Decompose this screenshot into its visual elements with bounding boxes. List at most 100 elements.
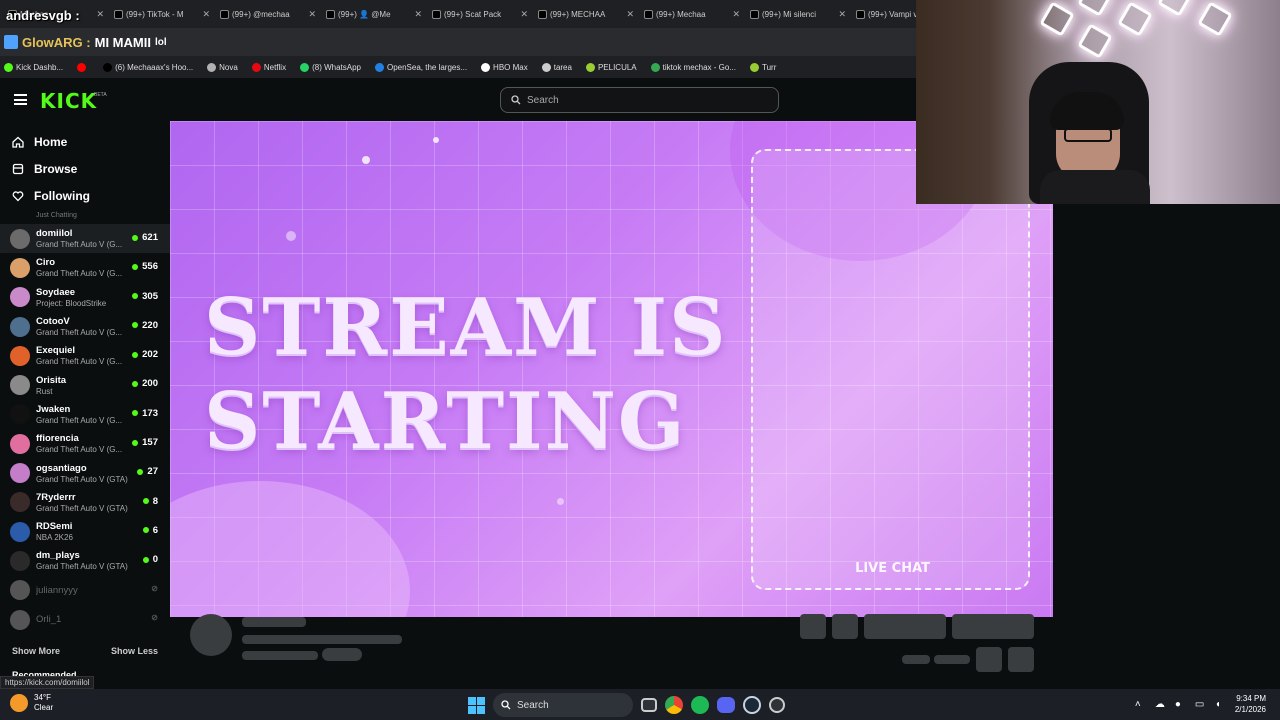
nav-browse[interactable]: Browse bbox=[0, 155, 170, 182]
bookmark-item[interactable]: tarea bbox=[541, 62, 572, 72]
sidebar-channel-soydaee[interactable]: Soydaee Project: BloodStrike 305 bbox=[0, 283, 170, 312]
skeleton-button bbox=[832, 614, 858, 639]
sidebar-channel-ffiorencia[interactable]: ffiorencia Grand Theft Auto V (G... 157 bbox=[0, 429, 170, 458]
close-icon[interactable]: ✕ bbox=[520, 9, 528, 20]
sidebar-channel-ogsantiago[interactable]: ogsantiago Grand Theft Auto V (GTA) 27 bbox=[0, 458, 170, 487]
close-icon[interactable]: ✕ bbox=[732, 9, 740, 20]
browser-tab[interactable]: (99+) 👤 @Me ✕ bbox=[322, 3, 426, 25]
close-icon[interactable]: ✕ bbox=[626, 9, 634, 20]
task-view-icon[interactable] bbox=[641, 698, 657, 712]
browser-tab[interactable]: (99+) Mechaa ✕ bbox=[640, 3, 744, 25]
close-icon[interactable]: ✕ bbox=[414, 9, 422, 20]
avatar bbox=[10, 580, 30, 601]
live-dot-icon bbox=[132, 380, 139, 387]
bookmark-icon bbox=[300, 62, 310, 72]
bookmark-item[interactable]: tiktok mechax - Go... bbox=[650, 62, 736, 72]
close-icon[interactable]: ✕ bbox=[202, 9, 210, 20]
decor-sparkle bbox=[433, 137, 439, 143]
channel-category: Grand Theft Auto V (GTA) bbox=[36, 562, 128, 572]
steam-icon[interactable] bbox=[743, 696, 761, 714]
windows-start-icon[interactable] bbox=[468, 696, 485, 714]
speaker-icon[interactable]: ◖ bbox=[1215, 699, 1227, 710]
close-icon[interactable]: ✕ bbox=[96, 9, 104, 20]
weather-widget[interactable]: 34°F Clear bbox=[10, 693, 53, 713]
close-icon[interactable]: ✕ bbox=[838, 9, 846, 20]
menu-icon[interactable] bbox=[14, 94, 27, 105]
browser-tab[interactable]: (99+) TikTok - M ✕ bbox=[110, 3, 214, 25]
bookmark-item[interactable]: Nova bbox=[207, 62, 238, 72]
channel-category: Grand Theft Auto V (G... bbox=[36, 357, 123, 367]
search-box[interactable] bbox=[500, 87, 779, 113]
overlay-badge-icon bbox=[4, 35, 18, 49]
bookmark-item[interactable]: OpenSea, the larges... bbox=[374, 62, 467, 72]
show-less-button[interactable]: Show Less bbox=[111, 646, 158, 656]
viewer-count: 6 bbox=[142, 525, 158, 536]
search-input[interactable] bbox=[527, 94, 778, 106]
browser-tab[interactable]: (99+) Mi silenci ✕ bbox=[746, 3, 850, 25]
spotify-icon[interactable] bbox=[691, 696, 709, 714]
bookmark-label: Netflix bbox=[263, 62, 287, 72]
avatar bbox=[10, 375, 30, 396]
bookmark-label: HBO Max bbox=[493, 62, 528, 72]
bookmark-item[interactable]: Kick Dashb... bbox=[4, 62, 64, 72]
viewer-count-value: 202 bbox=[142, 349, 158, 361]
live-dot-icon bbox=[132, 439, 139, 446]
channel-category: Grand Theft Auto V (GTA) bbox=[36, 474, 128, 484]
avatar bbox=[10, 609, 30, 630]
sidebar-channel-dm_plays[interactable]: dm_plays Grand Theft Auto V (GTA) 0 bbox=[0, 546, 170, 575]
bookmark-item[interactable]: Turr bbox=[750, 62, 777, 72]
settings-icon[interactable] bbox=[769, 697, 785, 713]
bookmark-label: Turr bbox=[762, 62, 777, 72]
live-dot-icon bbox=[142, 498, 149, 505]
search-icon bbox=[511, 95, 521, 105]
browser-tab[interactable]: (99+) MECHAA ✕ bbox=[534, 3, 638, 25]
monitor-icon[interactable]: ▭ bbox=[1195, 699, 1207, 710]
avatar bbox=[10, 550, 30, 571]
sidebar-channel-7ryderrr[interactable]: 7Ryderrr Grand Theft Auto V (GTA) 8 bbox=[0, 488, 170, 517]
sidebar-channel-orisita[interactable]: Orisita Rust 200 bbox=[0, 370, 170, 399]
channel-category: Grand Theft Auto V (G... bbox=[36, 328, 123, 338]
bookmark-label: Kick Dashb... bbox=[16, 62, 64, 72]
browser-tab[interactable]: (99+) Scat Pack ✕ bbox=[428, 3, 532, 25]
skeleton-button bbox=[1008, 647, 1034, 672]
nav-home[interactable]: Home bbox=[0, 128, 170, 155]
sidebar-channel-exequiel[interactable]: Exequiel Grand Theft Auto V (G... 202 bbox=[0, 341, 170, 370]
browser-tab-label: (99+) Mi silenci bbox=[762, 9, 817, 19]
bookmark-item[interactable]: PELICULA bbox=[585, 62, 637, 72]
skeleton-button bbox=[976, 647, 1002, 672]
live-dot-icon bbox=[132, 322, 139, 329]
avatar bbox=[10, 228, 30, 249]
browser-tab-label: (99+) TikTok - M bbox=[126, 9, 184, 19]
bookmark-item[interactable]: (8) WhatsApp bbox=[300, 62, 361, 72]
browser-tab-label: (99+) Mechaa bbox=[656, 9, 706, 19]
sidebar-channel-orli_1[interactable]: Orli_1 ⊘ bbox=[0, 605, 170, 634]
bookmark-item[interactable]: HBO Max bbox=[481, 62, 528, 72]
viewer-count: 0 bbox=[142, 554, 158, 565]
close-icon[interactable]: ✕ bbox=[308, 9, 316, 20]
kick-logo[interactable]: KICK bbox=[40, 89, 97, 113]
sidebar-channel-juliannyyy[interactable]: juliannyyy ⊘ bbox=[0, 576, 170, 605]
nav-following[interactable]: Following bbox=[0, 182, 170, 209]
cloud-icon[interactable]: ☁ bbox=[1155, 699, 1167, 710]
bookmark-item[interactable]: (6) Mechaaax's Hoo... bbox=[103, 62, 193, 72]
nav-browse-label: Browse bbox=[34, 161, 78, 176]
browser-tab[interactable]: (99+) @mechaa ✕ bbox=[216, 3, 320, 25]
weather-temp: 34°F bbox=[34, 693, 51, 702]
bookmark-label: Nova bbox=[219, 62, 238, 72]
clock[interactable]: 9:34 PM 2/1/2026 bbox=[1235, 693, 1266, 715]
sidebar-channel-rdsemi[interactable]: RDSemi NBA 2K26 6 bbox=[0, 517, 170, 546]
sidebar-channel-jwaken[interactable]: Jwaken Grand Theft Auto V (G... 173 bbox=[0, 400, 170, 429]
sidebar-channel-cotoov[interactable]: CotooV Grand Theft Auto V (G... 220 bbox=[0, 312, 170, 341]
bookmark-item[interactable]: Netflix bbox=[251, 62, 287, 72]
show-more-button[interactable]: Show More bbox=[12, 646, 60, 656]
channel-category: NBA 2K26 bbox=[36, 533, 73, 543]
taskbar-search[interactable]: Search bbox=[493, 693, 633, 717]
chevron-up-icon[interactable]: ˄ bbox=[1135, 699, 1147, 710]
bookmark-item[interactable] bbox=[77, 62, 89, 72]
chrome-icon[interactable] bbox=[665, 696, 683, 714]
sidebar-channel-domiilol[interactable]: domiilol Grand Theft Auto V (G... 621 bbox=[0, 224, 170, 254]
sidebar-channel-ciro[interactable]: Ciro Grand Theft Auto V (G... 556 bbox=[0, 253, 170, 282]
skeleton-button bbox=[800, 614, 826, 639]
discord-icon[interactable] bbox=[717, 697, 735, 713]
microphone-icon[interactable]: ● bbox=[1175, 699, 1187, 710]
